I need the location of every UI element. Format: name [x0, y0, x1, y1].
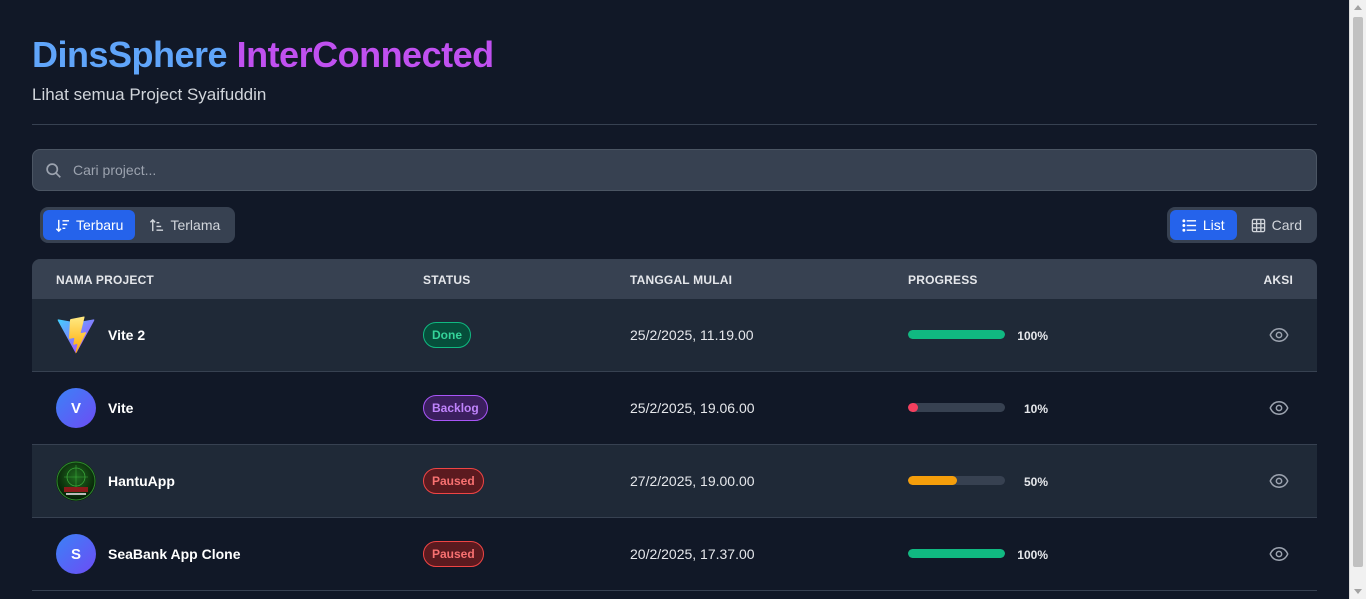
header-actions: AKSI: [1263, 273, 1293, 287]
project-name: Vite: [108, 400, 134, 416]
page-title: DinsSphere InterConnected: [32, 34, 494, 76]
sort-newest-button[interactable]: Terbaru: [43, 210, 136, 240]
title-part-2: InterConnected: [236, 34, 495, 75]
progress-bar: [908, 330, 1005, 339]
table-header: NAMA PROJECT STATUS TANGGAL MULAI PROGRE…: [32, 259, 1317, 299]
table-row[interactable]: Vite 2 Done 25/2/2025, 11.19.00 100%: [32, 299, 1317, 372]
avatar: S: [56, 534, 96, 574]
progress-label: 100%: [1017, 329, 1048, 343]
progress-fill: [908, 476, 957, 485]
status-badge: Paused: [423, 541, 484, 567]
progress-bar: [908, 476, 1005, 485]
eye-icon[interactable]: [1268, 471, 1290, 491]
header-divider: [32, 124, 1317, 125]
view-card-button[interactable]: Card: [1239, 210, 1314, 240]
header-start-date: TANGGAL MULAI: [630, 273, 733, 287]
view-list-button[interactable]: List: [1169, 210, 1237, 240]
start-date: 25/2/2025, 11.19.00: [630, 327, 754, 343]
progress-label: 100%: [1017, 548, 1048, 562]
grid-icon: [1251, 218, 1265, 232]
view-card-label: Card: [1271, 217, 1302, 233]
title-part-1: DinsSphere: [32, 34, 228, 75]
page-subtitle: Lihat semua Project Syaifuddin: [32, 85, 267, 104]
progress-fill: [908, 549, 1005, 558]
start-date: 20/2/2025, 17.37.00: [630, 546, 755, 562]
header-project-name: NAMA PROJECT: [56, 273, 154, 287]
project-name: Vite 2: [108, 327, 146, 343]
vite-logo-icon: [56, 315, 96, 355]
scroll-down-icon[interactable]: [1354, 589, 1362, 594]
sort-ascending-icon: [150, 218, 164, 231]
start-date: 27/2/2025, 19.00.00: [630, 473, 755, 489]
progress-fill: [908, 403, 918, 412]
table-row[interactable]: HantuApp Paused 27/2/2025, 19.00.00 50%: [32, 445, 1317, 518]
sort-newest-label: Terbaru: [76, 217, 124, 233]
progress-bar: [908, 549, 1005, 558]
sort-oldest-label: Terlama: [170, 217, 221, 233]
list-icon: [1182, 218, 1196, 232]
page: DinsSphere InterConnected Lihat semua Pr…: [0, 0, 1366, 599]
progress-bar: [908, 403, 1005, 412]
search-input[interactable]: [73, 150, 1303, 190]
search-box: [32, 149, 1317, 191]
project-name: HantuApp: [108, 473, 175, 489]
eye-icon[interactable]: [1268, 544, 1290, 564]
vertical-scrollbar[interactable]: [1349, 0, 1366, 599]
start-date: 25/2/2025, 19.06.00: [630, 400, 755, 416]
status-badge: Paused: [423, 468, 484, 494]
eye-icon[interactable]: [1268, 325, 1290, 345]
header-status: STATUS: [423, 273, 471, 287]
view-list-label: List: [1202, 217, 1225, 233]
scrollbar-thumb[interactable]: [1353, 17, 1363, 567]
scroll-up-icon[interactable]: [1354, 5, 1362, 10]
table-row[interactable]: V Vite Backlog 25/2/2025, 19.06.00 10%: [32, 372, 1317, 445]
sort-descending-icon: [55, 219, 70, 232]
projects-table: NAMA PROJECT STATUS TANGGAL MULAI PROGRE…: [32, 259, 1317, 591]
status-badge: Backlog: [423, 395, 488, 421]
avatar: V: [56, 388, 96, 428]
sort-oldest-button[interactable]: Terlama: [137, 210, 232, 240]
sort-toggle: Terbaru Terlama: [40, 207, 236, 243]
table-row[interactable]: S SeaBank App Clone Paused 20/2/2025, 17…: [32, 518, 1317, 591]
project-name: SeaBank App Clone: [108, 546, 241, 562]
progress-label: 10%: [1023, 402, 1048, 416]
header-progress: PROGRESS: [908, 273, 978, 287]
view-toggle: List Card: [1166, 207, 1317, 243]
status-badge: Done: [423, 322, 471, 348]
search-icon: [46, 163, 61, 178]
eye-icon[interactable]: [1268, 398, 1290, 418]
progress-fill: [908, 330, 1005, 339]
hantu-logo-icon: [56, 461, 96, 501]
progress-label: 50%: [1023, 475, 1048, 489]
